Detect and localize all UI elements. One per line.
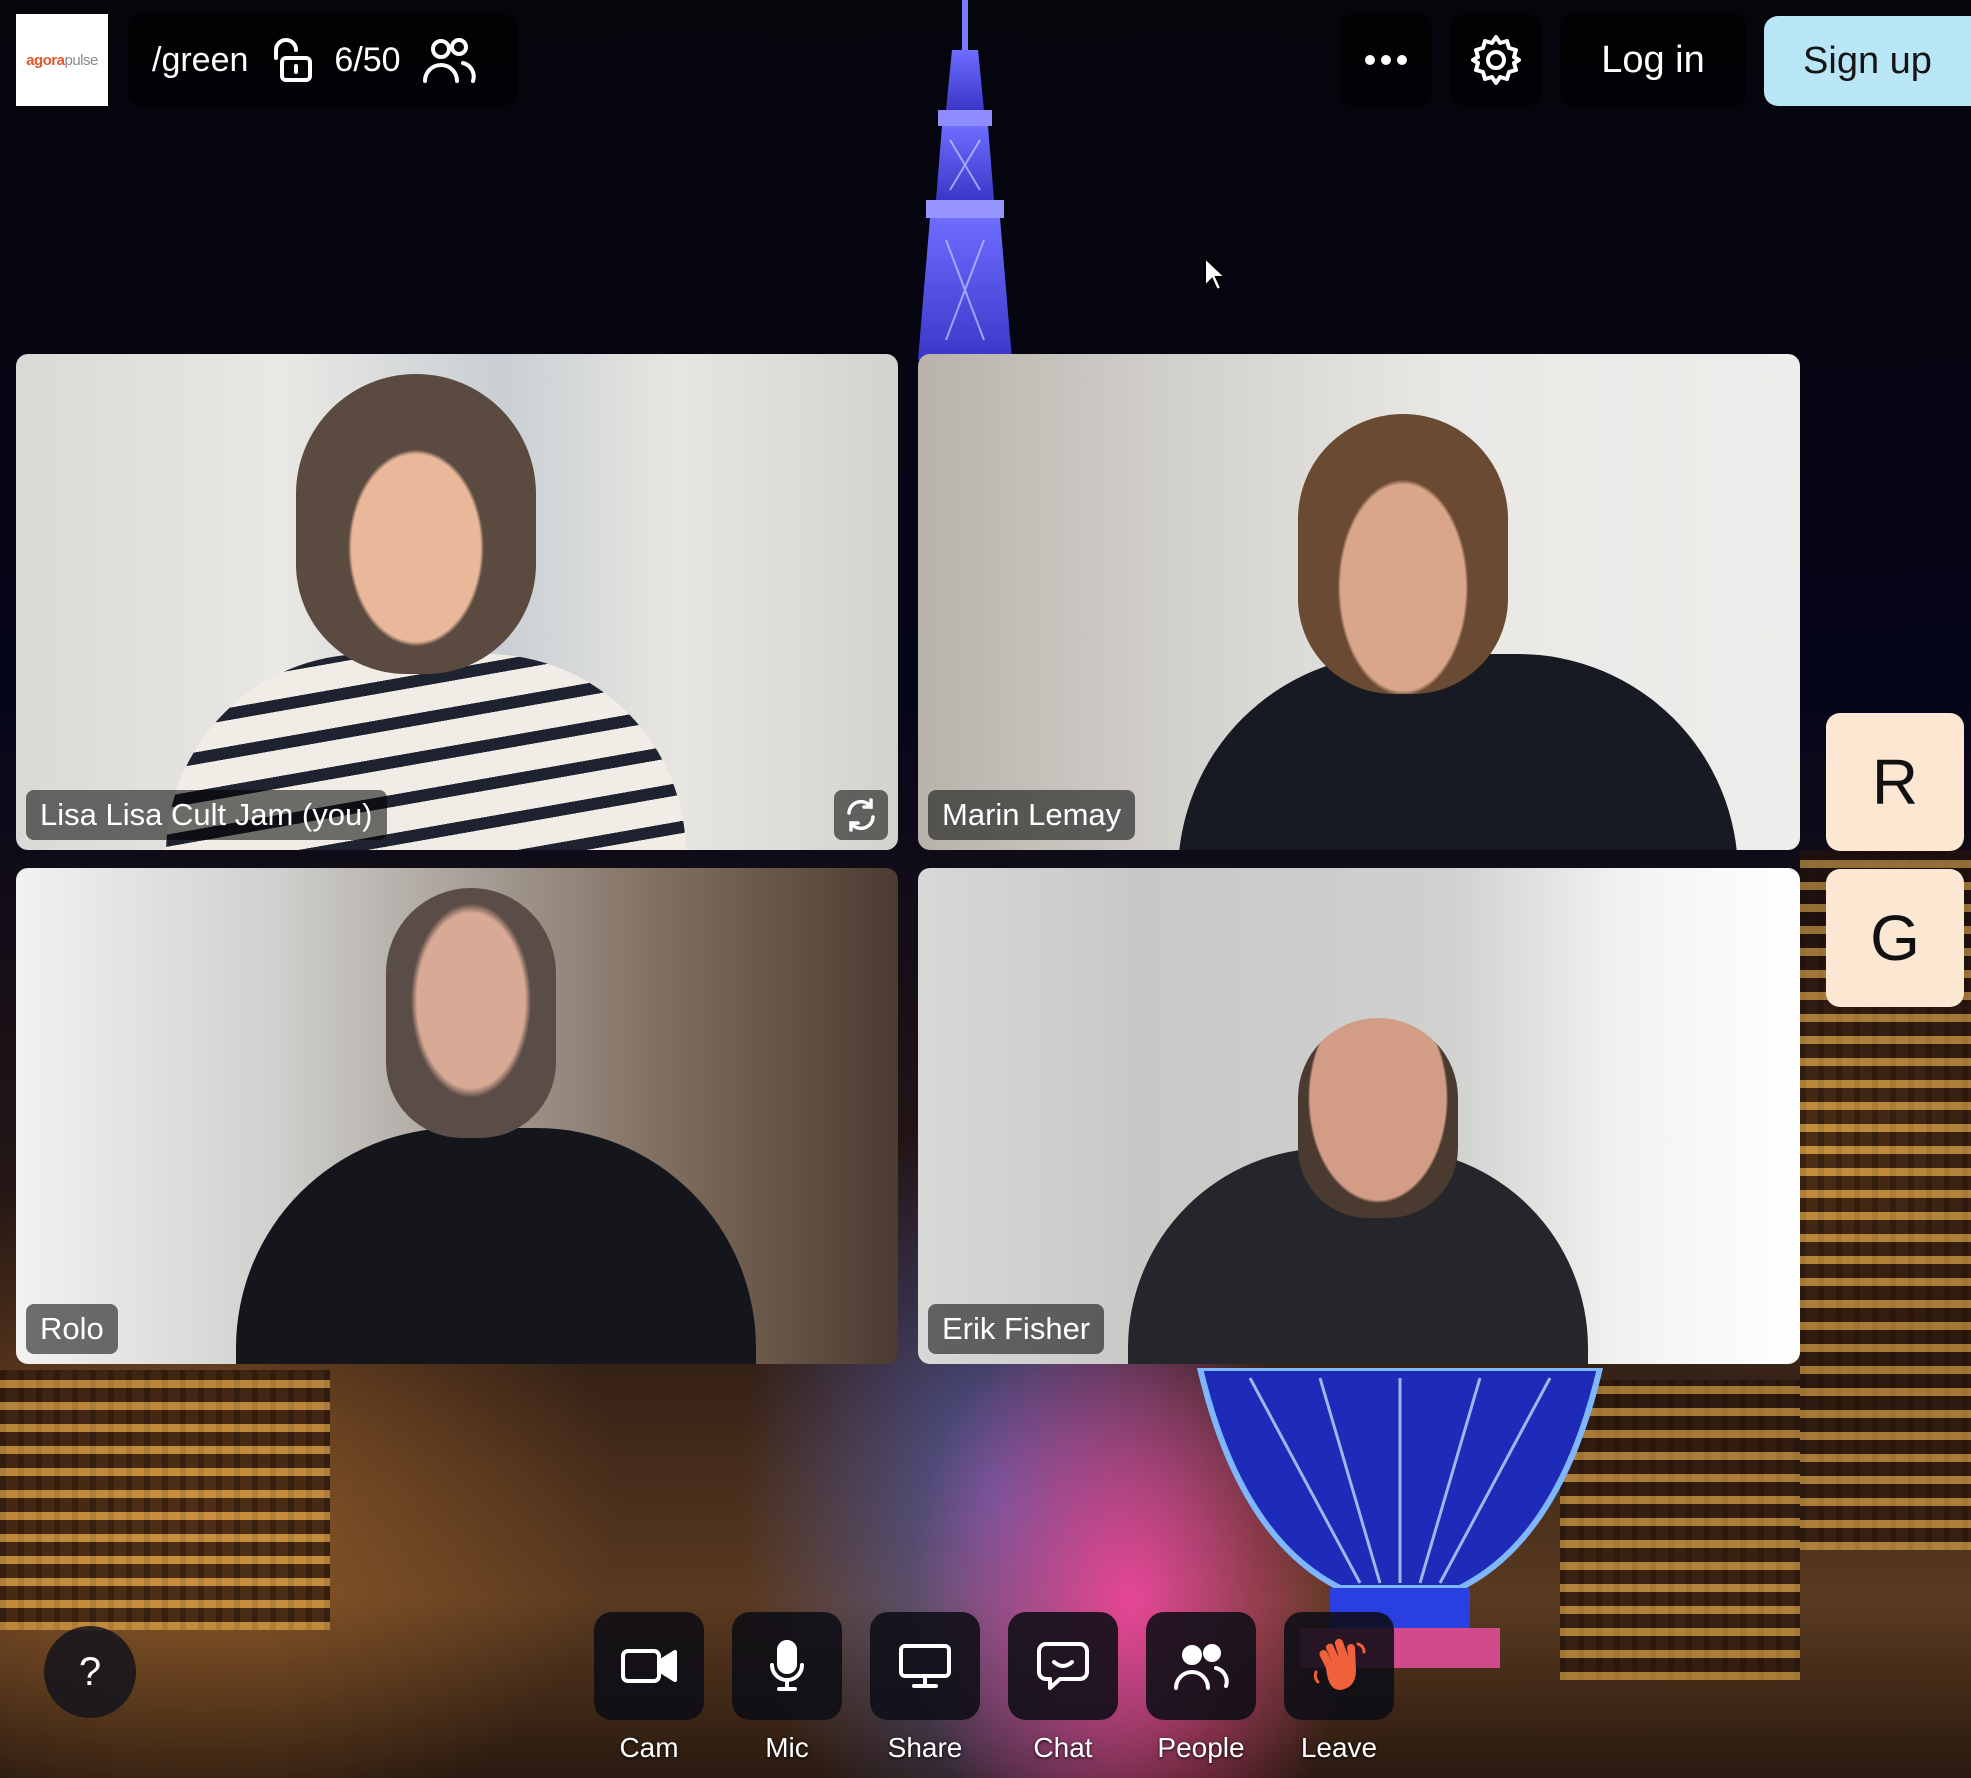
call-controls-bar: Cam Mic Share Chat People Leave: [593, 1612, 1403, 1778]
waving-hand-icon: [1313, 1638, 1366, 1690]
help-button[interactable]: ?: [44, 1626, 136, 1718]
people-icon[interactable]: [421, 37, 477, 83]
chat-icon: [1037, 1642, 1089, 1690]
participant-video-head: [1298, 414, 1508, 694]
cam-control: Cam: [593, 1612, 705, 1764]
people-control: People: [1145, 1612, 1257, 1764]
chat-label: Chat: [1033, 1732, 1093, 1763]
brand-logo[interactable]: agora pulse: [16, 14, 108, 106]
mouse-cursor-icon: [1204, 256, 1227, 292]
leave-label: Leave: [1300, 1732, 1378, 1763]
more-horizontal-icon: [1365, 55, 1407, 65]
mic-control: Mic: [731, 1612, 843, 1764]
participant-video-head: [296, 374, 536, 674]
video-tile-self[interactable]: Lisa Lisa Cult Jam (you): [16, 354, 898, 850]
gear-icon: [1471, 35, 1521, 85]
meeting-room: agora pulse /green 6/50 Log in Sign up L…: [0, 0, 1971, 1778]
cam-label: Cam: [619, 1732, 679, 1763]
participant-count: 6/50: [334, 40, 401, 79]
room-name: /green: [152, 40, 249, 79]
unlocked-padlock-icon[interactable]: [268, 36, 314, 84]
settings-button[interactable]: [1450, 14, 1542, 106]
leave-button[interactable]: [1284, 1612, 1394, 1720]
mic-button[interactable]: [732, 1612, 842, 1720]
camera-icon: [621, 1649, 677, 1683]
background-tower-illustration: [918, 0, 1012, 360]
participant-video-head: [386, 888, 556, 1138]
share-control: Share: [869, 1612, 981, 1764]
participant-name-tag: Erik Fisher: [928, 1304, 1105, 1354]
camera-flip-icon: [847, 798, 875, 832]
cam-button[interactable]: [594, 1612, 704, 1720]
participant-avatar-tile[interactable]: R: [1826, 713, 1964, 851]
participant-name-tag: Marin Lemay: [928, 790, 1136, 840]
people-icon: [1174, 1644, 1229, 1690]
room-info-bar: /green 6/50: [128, 14, 518, 106]
mic-label: Mic: [765, 1732, 809, 1763]
chat-control: Chat: [1007, 1612, 1119, 1764]
screen-share-icon: [899, 1644, 951, 1688]
people-label: People: [1157, 1732, 1245, 1763]
share-button[interactable]: [870, 1612, 980, 1720]
microphone-icon: [770, 1640, 804, 1691]
participant-name-tag: Lisa Lisa Cult Jam (you): [26, 790, 387, 840]
camera-flip-button[interactable]: [834, 790, 888, 840]
logo-text-part1: agora: [26, 51, 65, 69]
chat-button[interactable]: [1008, 1612, 1118, 1720]
logo-text-part2: pulse: [64, 51, 99, 69]
participant-name-tag: Rolo: [26, 1304, 118, 1354]
background-building: [0, 1370, 330, 1630]
video-tile-participant[interactable]: Rolo: [16, 868, 898, 1364]
login-button[interactable]: Log in: [1560, 14, 1746, 106]
participant-video-head: [1298, 1018, 1458, 1218]
people-button[interactable]: [1146, 1612, 1256, 1720]
video-tile-participant[interactable]: Erik Fisher: [918, 868, 1800, 1364]
video-tile-participant[interactable]: Marin Lemay: [918, 354, 1800, 850]
share-label: Share: [887, 1732, 963, 1763]
leave-control: Leave: [1283, 1612, 1395, 1764]
signup-button[interactable]: Sign up: [1764, 16, 1971, 106]
more-options-button[interactable]: [1340, 14, 1432, 106]
participant-avatar-tile[interactable]: G: [1826, 869, 1964, 1007]
